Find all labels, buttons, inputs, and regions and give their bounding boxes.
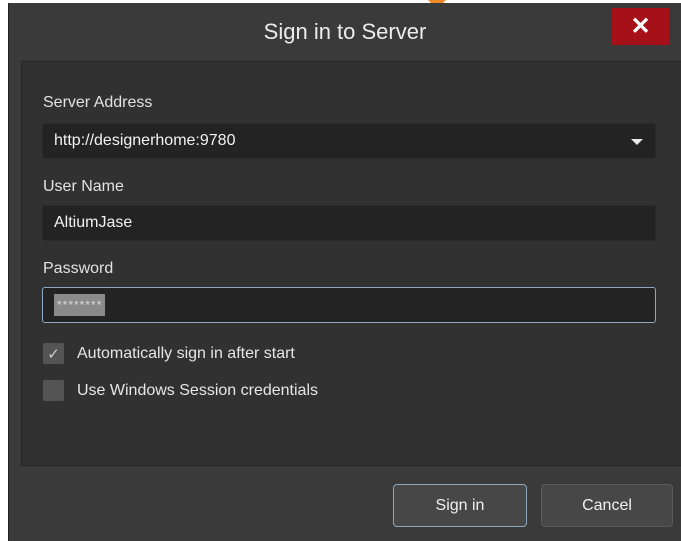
title-bar: Sign in to Server ✕: [9, 3, 681, 61]
cancel-button[interactable]: Cancel: [541, 484, 673, 527]
close-button[interactable]: ✕: [612, 8, 669, 45]
sign-in-dialog: Sign in to Server ✕ Server Address http:…: [8, 3, 681, 541]
windows-session-checkbox[interactable]: [43, 380, 64, 401]
server-address-label: Server Address: [43, 94, 153, 111]
auto-sign-in-checkbox[interactable]: ✓: [43, 343, 64, 364]
server-address-value: http://designerhome:9780: [54, 132, 236, 149]
user-name-input[interactable]: AltiumJase: [42, 205, 656, 241]
chevron-down-icon[interactable]: [631, 139, 643, 145]
auto-sign-in-label: Automatically sign in after start: [77, 344, 295, 362]
user-name-value: AltiumJase: [54, 214, 133, 231]
form-panel: Server Address http://designerhome:9780 …: [21, 61, 681, 466]
password-label: Password: [43, 260, 114, 277]
dialog-title: Sign in to Server: [263, 19, 427, 44]
user-name-label: User Name: [43, 178, 124, 195]
sign-in-button[interactable]: Sign in: [393, 484, 527, 527]
windows-session-label: Use Windows Session credentials: [77, 381, 318, 399]
auto-sign-in-option[interactable]: ✓ Automatically sign in after start: [43, 343, 295, 364]
checkmark-icon: ✓: [47, 345, 60, 363]
windows-session-option[interactable]: Use Windows Session credentials: [43, 380, 318, 401]
password-value: ********: [54, 294, 106, 316]
server-address-dropdown[interactable]: http://designerhome:9780: [42, 123, 656, 159]
password-input[interactable]: ********: [42, 287, 656, 323]
close-icon: ✕: [630, 13, 651, 40]
